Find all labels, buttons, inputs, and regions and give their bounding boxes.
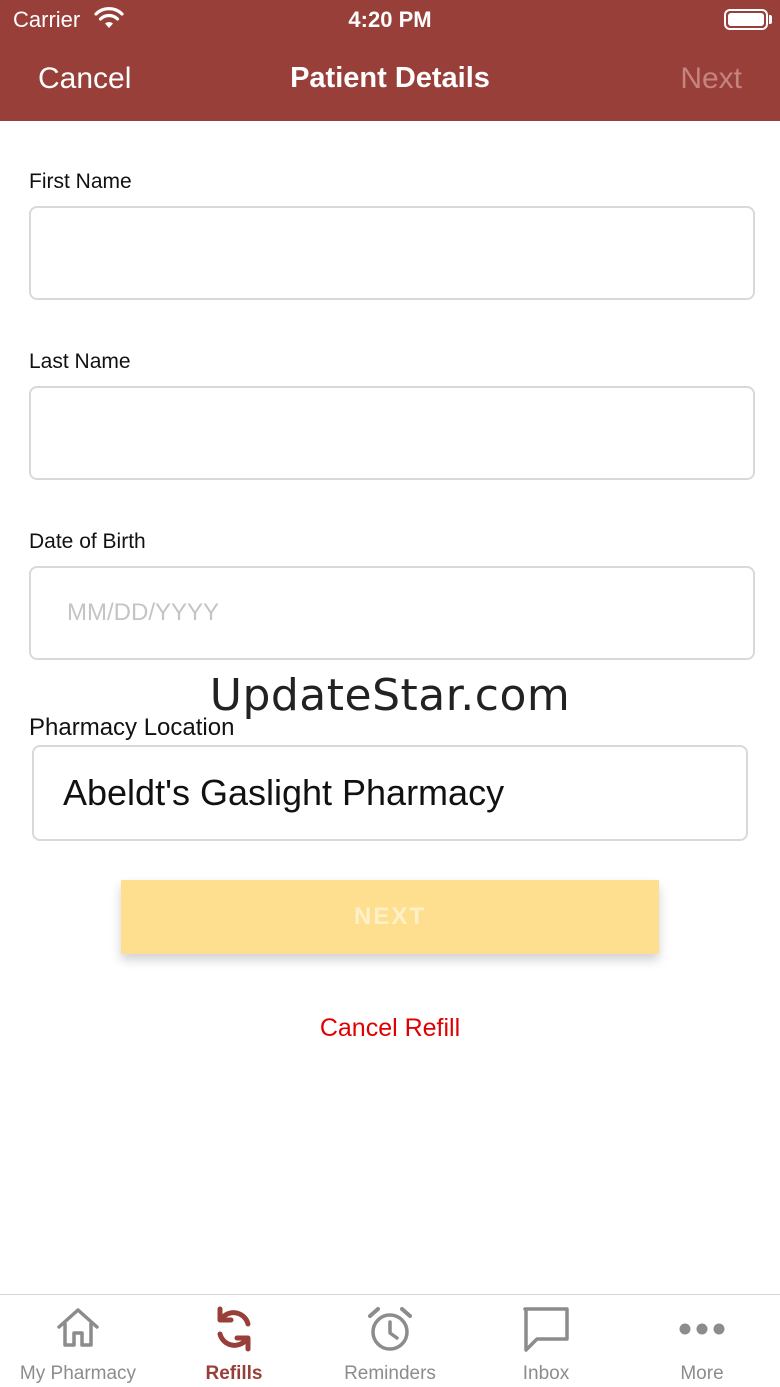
alarm-clock-icon [368,1307,412,1351]
cancel-refill-link[interactable]: Cancel Refill [0,1014,780,1043]
last-name-field[interactable] [29,386,755,480]
tab-more[interactable]: More [624,1295,780,1387]
tab-label: Refills [205,1363,263,1384]
tab-reminders[interactable]: Reminders [312,1295,468,1387]
dob-field[interactable] [29,566,755,660]
more-icon [679,1323,725,1335]
dob-label: Date of Birth [29,530,146,553]
clock: 4:20 PM [348,7,432,32]
status-bar: Carrier 4:20 PM [0,0,780,40]
pharmacy-location-field[interactable] [32,745,748,841]
header: Carrier 4:20 PM Cancel Patient Details N… [0,0,780,121]
last-name-label: Last Name [29,350,131,373]
home-icon [57,1308,99,1347]
tab-inbox[interactable]: Inbox [468,1295,624,1387]
patient-details-screen: Carrier 4:20 PM Cancel Patient Details N… [0,0,780,1387]
tab-refills[interactable]: Refills [156,1295,312,1387]
nav-cancel-button[interactable]: Cancel [38,62,131,96]
battery-tip [769,15,772,24]
next-button[interactable]: NEXT [121,880,659,954]
nav-next-button[interactable]: Next [680,62,742,96]
watermark: UpdateStar.com [209,670,571,721]
battery-icon [724,9,768,30]
message-icon [523,1307,569,1352]
tab-label: More [680,1363,724,1384]
tab-label: Inbox [522,1363,570,1384]
first-name-label: First Name [29,170,132,193]
first-name-field[interactable] [29,206,755,300]
tab-label: Reminders [344,1363,436,1384]
refresh-icon [217,1306,251,1352]
tab-my-pharmacy[interactable]: My Pharmacy [0,1295,156,1387]
tab-bar: My Pharmacy Refills Reminders Inbox More [0,1294,780,1387]
tab-label: My Pharmacy [19,1363,137,1384]
